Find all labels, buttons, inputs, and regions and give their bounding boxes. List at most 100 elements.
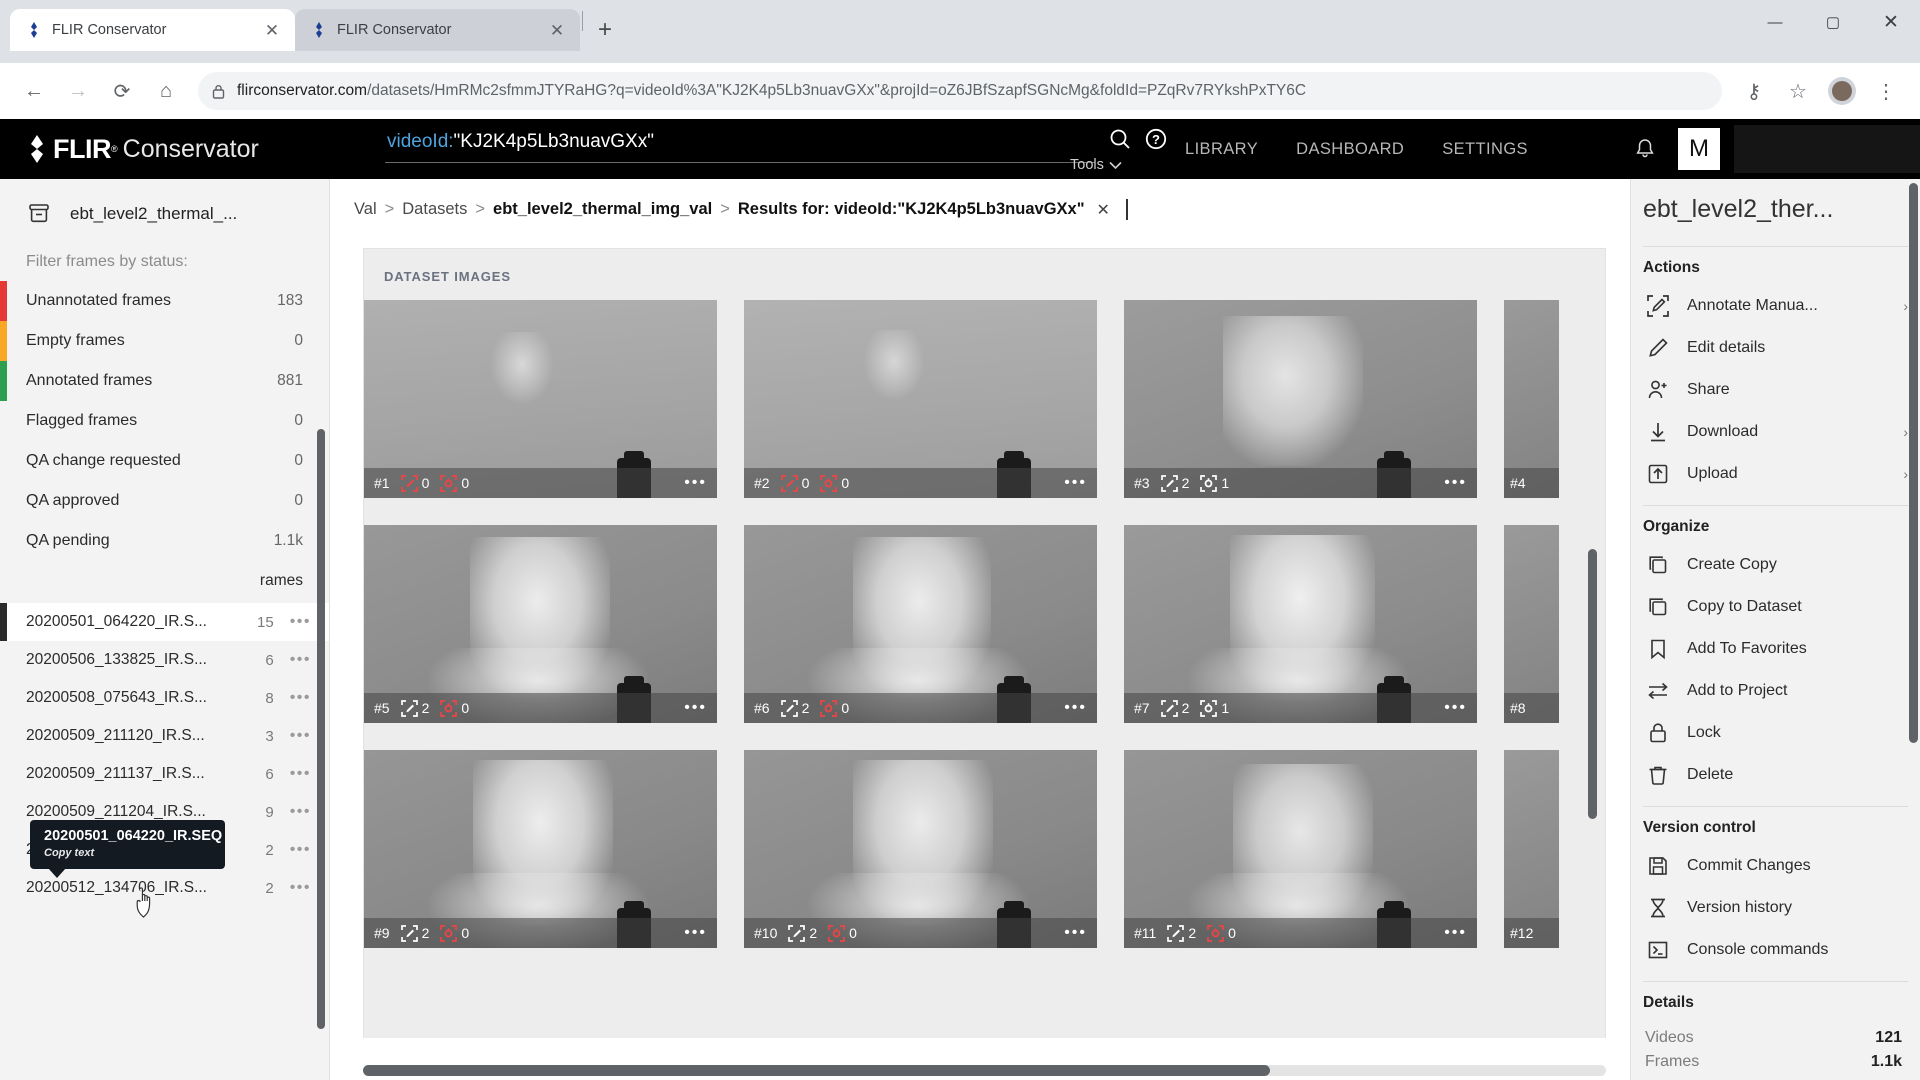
window-close-button[interactable]: ✕ xyxy=(1862,0,1920,44)
flir-favicon xyxy=(25,21,43,39)
bookmark-star-icon[interactable]: ☆ xyxy=(1778,71,1818,111)
thumbnail-toolbar: #7 2 1 ••• xyxy=(1124,693,1477,723)
action-commit-changes[interactable]: Commit Changes xyxy=(1631,845,1920,887)
list-item[interactable]: 20200509_211120_IR.S... 3 ••• xyxy=(0,717,329,755)
action-add-to-favorites[interactable]: Add To Favorites xyxy=(1631,628,1920,670)
browser-tab-1[interactable]: FLIR Conservator ✕ xyxy=(10,9,295,51)
address-bar[interactable]: flirconservator.com/datasets/HmRMc2sfmmJ… xyxy=(198,72,1722,110)
action-delete[interactable]: Delete xyxy=(1631,754,1920,796)
content-horizontal-scrollbar[interactable] xyxy=(363,1065,1606,1076)
global-search[interactable]: videoId:"KJ2K4p5Lb3nuavGXx" xyxy=(385,127,1095,163)
thumbnail-11[interactable]: #11 2 0 ••• xyxy=(1124,750,1477,948)
help-icon[interactable]: ? xyxy=(1144,127,1168,151)
status-filter-flagged[interactable]: Flagged frames 0 xyxy=(0,401,329,441)
action-version-history[interactable]: Version history xyxy=(1631,887,1920,929)
object-count: 0 xyxy=(461,925,470,941)
action-lock[interactable]: Lock xyxy=(1631,712,1920,754)
action-upload[interactable]: Upload › xyxy=(1631,453,1920,495)
flir-conservator-logo[interactable]: FLIR ® Conservator xyxy=(24,134,259,165)
thumbnail-menu-icon[interactable]: ••• xyxy=(1064,699,1087,717)
thumbnail-7[interactable]: #7 2 1 ••• xyxy=(1124,525,1477,723)
content-vertical-scrollbar[interactable] xyxy=(1588,549,1597,819)
tooltip-title: 20200501_064220_IR.SEQ xyxy=(44,828,223,844)
status-filter-empty[interactable]: Empty frames 0 xyxy=(0,321,329,361)
action-console-commands[interactable]: Console commands xyxy=(1631,929,1920,971)
action-add-to-project[interactable]: Add to Project xyxy=(1631,670,1920,712)
status-filter-qa-approved[interactable]: QA approved 0 xyxy=(0,481,329,521)
back-icon[interactable]: ← xyxy=(14,71,54,111)
thumbnail-5[interactable]: #5 2 0 ••• xyxy=(364,525,717,723)
bell-icon[interactable] xyxy=(1634,137,1664,161)
status-filter-unannotated[interactable]: Unannotated frames 183 xyxy=(0,281,329,321)
thumbnail-menu-icon[interactable]: ••• xyxy=(1064,474,1087,492)
list-item[interactable]: 20200501_064220_IR.S... 15 ••• xyxy=(0,603,329,641)
breadcrumb-datasets[interactable]: Datasets xyxy=(402,200,467,219)
thumbnail-toolbar: #12 xyxy=(1504,918,1559,948)
status-filter-qa-change-requested[interactable]: QA change requested 0 xyxy=(0,441,329,481)
thumbnail-6[interactable]: #6 2 0 ••• xyxy=(744,525,1097,723)
profile-avatar[interactable] xyxy=(1822,71,1862,111)
file-menu-icon[interactable]: ••• xyxy=(290,879,311,897)
thumbnail-4[interactable]: #4 xyxy=(1504,300,1559,498)
thumbnail-menu-icon[interactable]: ••• xyxy=(684,924,707,942)
nav-dashboard[interactable]: DASHBOARD xyxy=(1296,140,1404,159)
file-menu-icon[interactable]: ••• xyxy=(290,727,311,745)
dataset-header[interactable]: ebt_level2_thermal_... xyxy=(0,179,329,245)
browser-tab-2[interactable]: FLIR Conservator ✕ xyxy=(295,9,580,51)
action-annotate-manually[interactable]: Annotate Manua... › xyxy=(1631,285,1920,327)
thumbnail-menu-icon[interactable]: ••• xyxy=(1444,474,1467,492)
breadcrumb-val[interactable]: Val xyxy=(354,200,377,219)
sidebar-scrollbar[interactable] xyxy=(317,429,325,1029)
thumbnail-2[interactable]: #2 0 0 ••• xyxy=(744,300,1097,498)
thumbnail-3[interactable]: #3 2 1 ••• xyxy=(1124,300,1477,498)
tools-dropdown[interactable]: Tools xyxy=(1070,157,1122,173)
thumbnail-menu-icon[interactable]: ••• xyxy=(684,699,707,717)
action-download[interactable]: Download › xyxy=(1631,411,1920,453)
thumbnail-menu-icon[interactable]: ••• xyxy=(684,474,707,492)
tab-close-icon[interactable]: ✕ xyxy=(546,22,568,39)
thumbnail-menu-icon[interactable]: ••• xyxy=(1444,699,1467,717)
right-panel-scrollbar[interactable] xyxy=(1909,183,1918,743)
tab-close-icon[interactable]: ✕ xyxy=(261,22,283,39)
file-menu-icon[interactable]: ••• xyxy=(290,651,311,669)
action-edit-details[interactable]: Edit details xyxy=(1631,327,1920,369)
list-item[interactable]: 20200508_075643_IR.S... 8 ••• xyxy=(0,679,329,717)
nav-settings[interactable]: SETTINGS xyxy=(1442,140,1528,159)
forward-icon[interactable]: → xyxy=(58,71,98,111)
status-filter-annotated[interactable]: Annotated frames 881 xyxy=(0,361,329,401)
window-maximize-button[interactable]: ▢ xyxy=(1804,0,1862,44)
user-avatar[interactable]: M xyxy=(1678,128,1720,170)
thumbnail-menu-icon[interactable]: ••• xyxy=(1444,924,1467,942)
thumbnail-12[interactable]: #12 xyxy=(1504,750,1559,948)
file-count: 3 xyxy=(265,727,274,745)
thumbnail-10[interactable]: #10 2 0 ••• xyxy=(744,750,1097,948)
action-share[interactable]: Share xyxy=(1631,369,1920,411)
password-key-icon[interactable]: ⚷ xyxy=(1734,71,1774,111)
list-item[interactable]: 20200509_211137_IR.S... 6 ••• xyxy=(0,755,329,793)
browser-menu-icon[interactable]: ⋮ xyxy=(1866,71,1906,111)
file-menu-icon[interactable]: ••• xyxy=(290,841,311,859)
reload-icon[interactable]: ⟳ xyxy=(102,71,142,111)
file-menu-icon[interactable]: ••• xyxy=(290,613,311,631)
breadcrumb-dataset-name[interactable]: ebt_level2_thermal_img_val xyxy=(493,200,712,219)
status-filter-qa-pending[interactable]: QA pending 1.1k xyxy=(0,521,329,561)
search-icon[interactable] xyxy=(1108,127,1132,151)
lock-icon xyxy=(212,84,225,99)
file-menu-icon[interactable]: ••• xyxy=(290,689,311,707)
action-create-copy[interactable]: Create Copy xyxy=(1631,544,1920,586)
list-item[interactable]: 20200506_133825_IR.S... 6 ••• xyxy=(0,641,329,679)
thumbnail-8[interactable]: #8 xyxy=(1504,525,1559,723)
thumbnail-1[interactable]: #1 0 0 ••• xyxy=(364,300,717,498)
thumbnail-toolbar: #11 2 0 ••• xyxy=(1124,918,1477,948)
thumbnail-9[interactable]: #9 2 0 ••• xyxy=(364,750,717,948)
action-copy-to-dataset[interactable]: Copy to Dataset xyxy=(1631,586,1920,628)
new-tab-button[interactable]: + xyxy=(585,9,625,51)
thumbnail-menu-icon[interactable]: ••• xyxy=(1064,924,1087,942)
status-filter-partial-hidden[interactable]: x rames xyxy=(0,561,329,601)
file-menu-icon[interactable]: ••• xyxy=(290,765,311,783)
breadcrumb-clear-icon[interactable]: ✕ xyxy=(1097,200,1110,220)
window-minimize-button[interactable]: — xyxy=(1746,0,1804,44)
nav-library[interactable]: LIBRARY xyxy=(1185,140,1258,159)
file-menu-icon[interactable]: ••• xyxy=(290,803,311,821)
home-icon[interactable]: ⌂ xyxy=(146,71,186,111)
